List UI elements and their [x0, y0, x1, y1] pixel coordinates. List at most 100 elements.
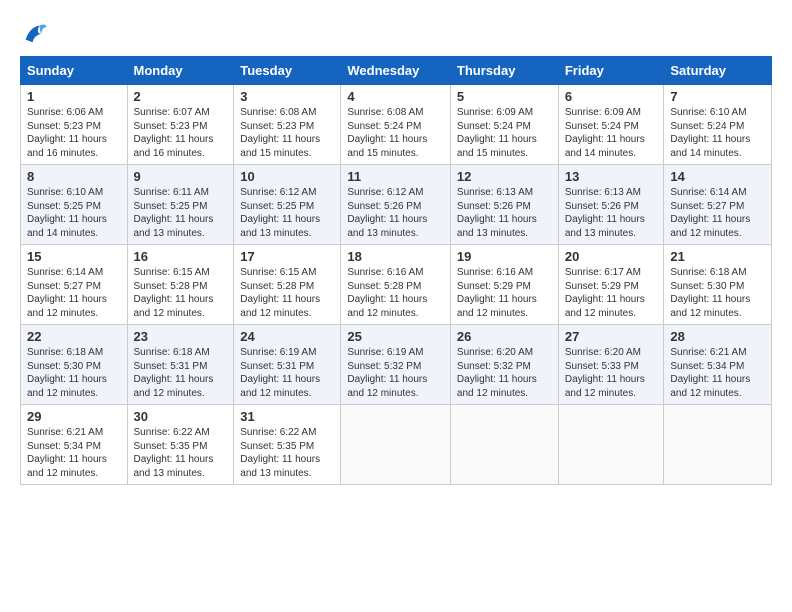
day-info: Sunrise: 6:09 AM Sunset: 5:24 PM Dayligh… [565, 106, 658, 160]
calendar-day-cell: 5 Sunrise: 6:09 AM Sunset: 5:24 PM Dayli… [450, 85, 558, 165]
day-info: Sunrise: 6:17 AM Sunset: 5:29 PM Dayligh… [565, 266, 658, 320]
calendar-week-row: 8 Sunrise: 6:10 AM Sunset: 5:25 PM Dayli… [21, 165, 772, 245]
header-monday: Monday [127, 57, 234, 85]
day-number: 9 [134, 169, 228, 184]
logo-bird-icon [20, 20, 48, 48]
calendar-week-row: 1 Sunrise: 6:06 AM Sunset: 5:23 PM Dayli… [21, 85, 772, 165]
header-saturday: Saturday [664, 57, 772, 85]
day-number: 25 [347, 329, 444, 344]
logo [20, 20, 52, 48]
calendar-day-cell: 12 Sunrise: 6:13 AM Sunset: 5:26 PM Dayl… [450, 165, 558, 245]
day-info: Sunrise: 6:12 AM Sunset: 5:25 PM Dayligh… [240, 186, 334, 240]
day-number: 12 [457, 169, 552, 184]
day-info: Sunrise: 6:07 AM Sunset: 5:23 PM Dayligh… [134, 106, 228, 160]
day-info: Sunrise: 6:10 AM Sunset: 5:24 PM Dayligh… [670, 106, 765, 160]
calendar-day-cell: 29 Sunrise: 6:21 AM Sunset: 5:34 PM Dayl… [21, 405, 128, 485]
calendar-day-cell: 21 Sunrise: 6:18 AM Sunset: 5:30 PM Dayl… [664, 245, 772, 325]
calendar-day-cell: 11 Sunrise: 6:12 AM Sunset: 5:26 PM Dayl… [341, 165, 451, 245]
calendar-day-cell: 27 Sunrise: 6:20 AM Sunset: 5:33 PM Dayl… [558, 325, 664, 405]
calendar-day-cell: 22 Sunrise: 6:18 AM Sunset: 5:30 PM Dayl… [21, 325, 128, 405]
calendar-table: SundayMondayTuesdayWednesdayThursdayFrid… [20, 56, 772, 485]
day-number: 21 [670, 249, 765, 264]
day-number: 19 [457, 249, 552, 264]
calendar-week-row: 29 Sunrise: 6:21 AM Sunset: 5:34 PM Dayl… [21, 405, 772, 485]
day-number: 23 [134, 329, 228, 344]
header-friday: Friday [558, 57, 664, 85]
day-number: 13 [565, 169, 658, 184]
calendar-day-cell: 19 Sunrise: 6:16 AM Sunset: 5:29 PM Dayl… [450, 245, 558, 325]
day-number: 6 [565, 89, 658, 104]
day-info: Sunrise: 6:20 AM Sunset: 5:33 PM Dayligh… [565, 346, 658, 400]
day-number: 7 [670, 89, 765, 104]
day-number: 31 [240, 409, 334, 424]
empty-cell [664, 405, 772, 485]
day-info: Sunrise: 6:21 AM Sunset: 5:34 PM Dayligh… [27, 426, 121, 480]
calendar-day-cell: 17 Sunrise: 6:15 AM Sunset: 5:28 PM Dayl… [234, 245, 341, 325]
day-number: 18 [347, 249, 444, 264]
day-info: Sunrise: 6:19 AM Sunset: 5:32 PM Dayligh… [347, 346, 444, 400]
calendar-week-row: 22 Sunrise: 6:18 AM Sunset: 5:30 PM Dayl… [21, 325, 772, 405]
empty-cell [341, 405, 451, 485]
page-header [20, 20, 772, 48]
day-info: Sunrise: 6:08 AM Sunset: 5:24 PM Dayligh… [347, 106, 444, 160]
calendar-day-cell: 20 Sunrise: 6:17 AM Sunset: 5:29 PM Dayl… [558, 245, 664, 325]
header-tuesday: Tuesday [234, 57, 341, 85]
calendar-day-cell: 30 Sunrise: 6:22 AM Sunset: 5:35 PM Dayl… [127, 405, 234, 485]
calendar-day-cell: 23 Sunrise: 6:18 AM Sunset: 5:31 PM Dayl… [127, 325, 234, 405]
day-number: 22 [27, 329, 121, 344]
calendar-day-cell: 3 Sunrise: 6:08 AM Sunset: 5:23 PM Dayli… [234, 85, 341, 165]
day-number: 16 [134, 249, 228, 264]
day-info: Sunrise: 6:13 AM Sunset: 5:26 PM Dayligh… [457, 186, 552, 240]
header-thursday: Thursday [450, 57, 558, 85]
day-number: 5 [457, 89, 552, 104]
calendar-day-cell: 10 Sunrise: 6:12 AM Sunset: 5:25 PM Dayl… [234, 165, 341, 245]
day-number: 27 [565, 329, 658, 344]
day-info: Sunrise: 6:18 AM Sunset: 5:30 PM Dayligh… [27, 346, 121, 400]
calendar-day-cell: 18 Sunrise: 6:16 AM Sunset: 5:28 PM Dayl… [341, 245, 451, 325]
day-info: Sunrise: 6:06 AM Sunset: 5:23 PM Dayligh… [27, 106, 121, 160]
day-number: 15 [27, 249, 121, 264]
header-sunday: Sunday [21, 57, 128, 85]
day-number: 14 [670, 169, 765, 184]
day-number: 8 [27, 169, 121, 184]
empty-cell [558, 405, 664, 485]
day-info: Sunrise: 6:11 AM Sunset: 5:25 PM Dayligh… [134, 186, 228, 240]
day-info: Sunrise: 6:09 AM Sunset: 5:24 PM Dayligh… [457, 106, 552, 160]
day-info: Sunrise: 6:14 AM Sunset: 5:27 PM Dayligh… [27, 266, 121, 320]
calendar-day-cell: 14 Sunrise: 6:14 AM Sunset: 5:27 PM Dayl… [664, 165, 772, 245]
day-info: Sunrise: 6:19 AM Sunset: 5:31 PM Dayligh… [240, 346, 334, 400]
day-info: Sunrise: 6:15 AM Sunset: 5:28 PM Dayligh… [240, 266, 334, 320]
day-info: Sunrise: 6:18 AM Sunset: 5:31 PM Dayligh… [134, 346, 228, 400]
day-number: 26 [457, 329, 552, 344]
day-number: 17 [240, 249, 334, 264]
calendar-day-cell: 28 Sunrise: 6:21 AM Sunset: 5:34 PM Dayl… [664, 325, 772, 405]
day-number: 3 [240, 89, 334, 104]
day-number: 24 [240, 329, 334, 344]
calendar-day-cell: 7 Sunrise: 6:10 AM Sunset: 5:24 PM Dayli… [664, 85, 772, 165]
day-info: Sunrise: 6:16 AM Sunset: 5:29 PM Dayligh… [457, 266, 552, 320]
calendar-day-cell: 13 Sunrise: 6:13 AM Sunset: 5:26 PM Dayl… [558, 165, 664, 245]
day-info: Sunrise: 6:10 AM Sunset: 5:25 PM Dayligh… [27, 186, 121, 240]
day-info: Sunrise: 6:15 AM Sunset: 5:28 PM Dayligh… [134, 266, 228, 320]
day-number: 4 [347, 89, 444, 104]
calendar-day-cell: 9 Sunrise: 6:11 AM Sunset: 5:25 PM Dayli… [127, 165, 234, 245]
calendar-day-cell: 15 Sunrise: 6:14 AM Sunset: 5:27 PM Dayl… [21, 245, 128, 325]
day-info: Sunrise: 6:13 AM Sunset: 5:26 PM Dayligh… [565, 186, 658, 240]
day-number: 20 [565, 249, 658, 264]
day-number: 29 [27, 409, 121, 424]
header-wednesday: Wednesday [341, 57, 451, 85]
day-info: Sunrise: 6:08 AM Sunset: 5:23 PM Dayligh… [240, 106, 334, 160]
calendar-day-cell: 1 Sunrise: 6:06 AM Sunset: 5:23 PM Dayli… [21, 85, 128, 165]
calendar-day-cell: 2 Sunrise: 6:07 AM Sunset: 5:23 PM Dayli… [127, 85, 234, 165]
calendar-day-cell: 25 Sunrise: 6:19 AM Sunset: 5:32 PM Dayl… [341, 325, 451, 405]
day-info: Sunrise: 6:21 AM Sunset: 5:34 PM Dayligh… [670, 346, 765, 400]
day-number: 1 [27, 89, 121, 104]
day-info: Sunrise: 6:12 AM Sunset: 5:26 PM Dayligh… [347, 186, 444, 240]
day-info: Sunrise: 6:20 AM Sunset: 5:32 PM Dayligh… [457, 346, 552, 400]
day-number: 30 [134, 409, 228, 424]
calendar-week-row: 15 Sunrise: 6:14 AM Sunset: 5:27 PM Dayl… [21, 245, 772, 325]
day-info: Sunrise: 6:14 AM Sunset: 5:27 PM Dayligh… [670, 186, 765, 240]
empty-cell [450, 405, 558, 485]
day-info: Sunrise: 6:16 AM Sunset: 5:28 PM Dayligh… [347, 266, 444, 320]
calendar-day-cell: 6 Sunrise: 6:09 AM Sunset: 5:24 PM Dayli… [558, 85, 664, 165]
